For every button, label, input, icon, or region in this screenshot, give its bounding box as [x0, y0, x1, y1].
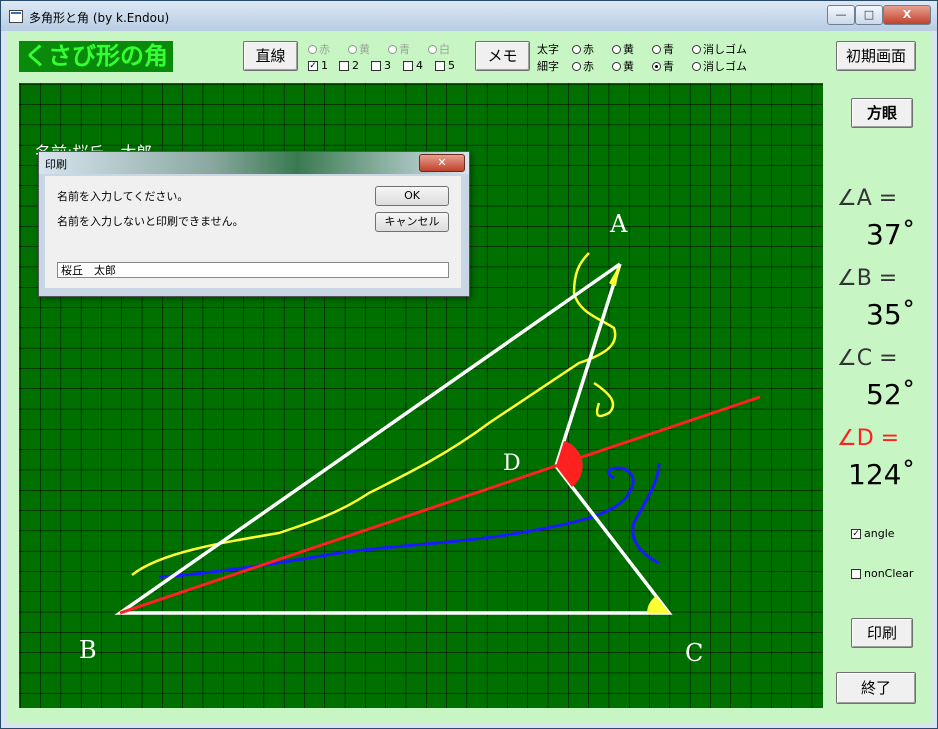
thin-eraser-radio[interactable]: 消しゴム — [692, 58, 747, 74]
app-window: 多角形と角 (by k.Endou) — □ X くさび形の角 直線 赤 黄 青… — [0, 0, 938, 729]
thin-yellow-radio[interactable]: 黄 — [612, 58, 634, 74]
angle-b-value: 35˚ — [866, 298, 916, 331]
dialog-body: 名前を入力してください。 名前を入力しないと印刷できません。 OK キャンセル — [45, 176, 461, 288]
thin-label: 細字 — [537, 60, 559, 73]
line-check-2[interactable]: 2 — [339, 59, 359, 72]
dialog-title: 印刷 — [45, 158, 67, 171]
nonclear-checkbox[interactable]: nonClear — [851, 567, 913, 580]
line-check-4[interactable]: 4 — [403, 59, 423, 72]
thick-eraser-radio[interactable]: 消しゴム — [692, 41, 747, 57]
angle-b-label: ∠B = — [837, 266, 898, 291]
thick-label: 太字 — [537, 43, 559, 56]
line-color-yellow-radio[interactable]: 黄 — [348, 41, 370, 57]
thin-blue-radio[interactable]: 青 — [652, 58, 674, 74]
name-input[interactable] — [57, 262, 449, 278]
cancel-button[interactable]: キャンセル — [375, 212, 449, 232]
dialog-message-1: 名前を入力してください。 — [57, 190, 189, 203]
thick-red-radio[interactable]: 赤 — [572, 41, 594, 57]
window-title: 多角形と角 (by k.Endou) — [29, 11, 170, 25]
angle-d-value: 124˚ — [848, 458, 916, 491]
grid-button[interactable]: 方眼 — [851, 98, 913, 128]
close-button[interactable]: X — [883, 5, 931, 25]
app-title-label: くさび形の角 — [19, 41, 173, 72]
print-button[interactable]: 印刷 — [851, 618, 913, 648]
angle-c-label: ∠C = — [837, 346, 898, 371]
angle-checkbox[interactable]: ✓ angle — [851, 527, 895, 540]
title-bar[interactable]: 多角形と角 (by k.Endou) — □ X — [1, 1, 937, 31]
angle-a-value: 37˚ — [866, 218, 916, 251]
angle-a-label: ∠A = — [837, 186, 898, 211]
dialog-title-bar[interactable]: 印刷 ✕ — [39, 152, 469, 174]
client-area: くさび形の角 直線 赤 黄 青 白 ✓ 1 2 3 4 5 メモ 太字 赤 黄 青… — [8, 32, 932, 724]
memo-button[interactable]: メモ — [475, 41, 530, 71]
line-color-blue-radio[interactable]: 青 — [388, 41, 410, 57]
line-check-5[interactable]: 5 — [435, 59, 455, 72]
line-check-3[interactable]: 3 — [371, 59, 391, 72]
dialog-close-button[interactable]: ✕ — [419, 154, 465, 172]
point-label-b: B — [79, 636, 97, 664]
exit-button[interactable]: 終了 — [836, 672, 916, 704]
thin-red-radio[interactable]: 赤 — [572, 58, 594, 74]
thick-yellow-radio[interactable]: 黄 — [612, 41, 634, 57]
app-icon — [9, 10, 23, 23]
print-dialog: 印刷 ✕ 名前を入力してください。 名前を入力しないと印刷できません。 OK キ… — [38, 151, 470, 297]
line-button[interactable]: 直線 — [243, 41, 298, 71]
reset-button[interactable]: 初期画面 — [836, 41, 916, 71]
angle-d-label: ∠D = — [837, 426, 900, 451]
point-label-d: D — [503, 451, 521, 476]
maximize-button[interactable]: □ — [855, 5, 883, 25]
line-check-1[interactable]: ✓ 1 — [308, 59, 328, 72]
line-color-red-radio[interactable]: 赤 — [308, 41, 330, 57]
minimize-button[interactable]: — — [827, 5, 855, 25]
point-label-a: A — [609, 210, 628, 238]
thick-blue-radio[interactable]: 青 — [652, 41, 674, 57]
line-color-white-radio[interactable]: 白 — [428, 41, 450, 57]
point-label-c: C — [685, 639, 703, 667]
ok-button[interactable]: OK — [375, 186, 449, 206]
dialog-message-2: 名前を入力しないと印刷できません。 — [57, 215, 244, 228]
angle-c-value: 52˚ — [866, 378, 916, 411]
